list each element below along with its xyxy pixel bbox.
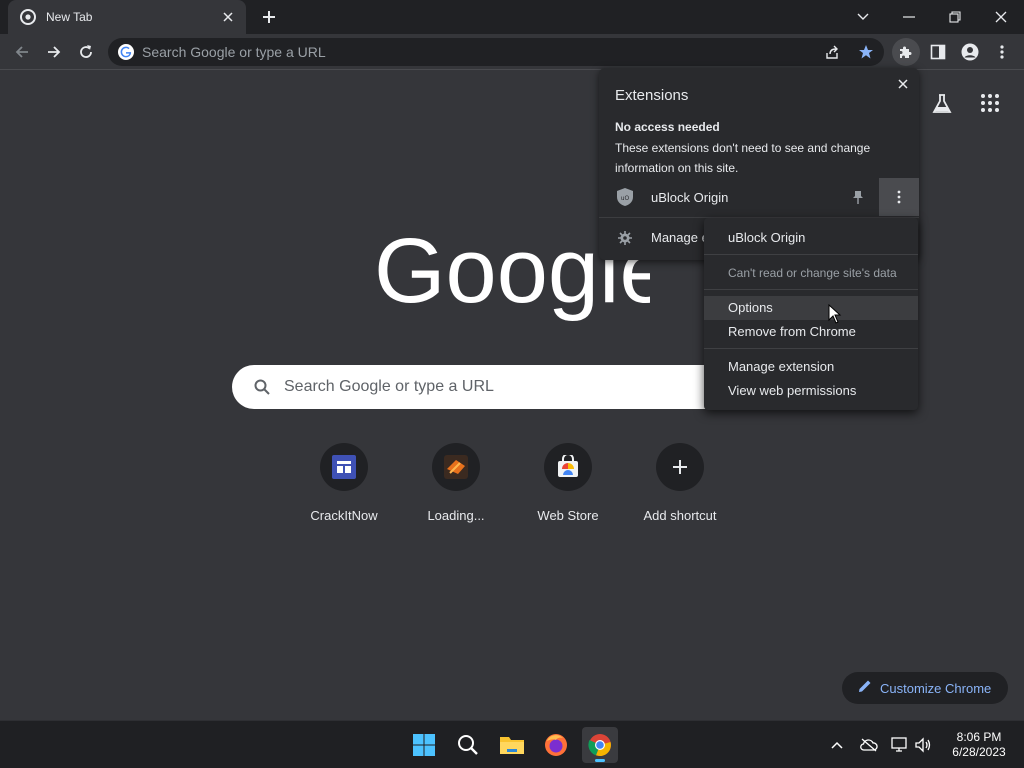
plus-icon xyxy=(673,460,687,474)
shortcut-icon-circle xyxy=(432,443,480,491)
extensions-puzzle-icon[interactable] xyxy=(892,38,920,66)
loading-favicon xyxy=(444,455,468,479)
extensions-section-description: These extensions don't need to see and c… xyxy=(615,141,871,175)
pin-icon[interactable] xyxy=(849,188,867,206)
volume-icon[interactable] xyxy=(914,735,934,755)
extensions-popup-title: Extensions xyxy=(615,87,689,104)
shortcut-add[interactable]: Add shortcut xyxy=(624,440,736,532)
site-favicon xyxy=(332,455,356,479)
active-app-indicator xyxy=(595,759,605,762)
manage-extensions-label: Manage e xyxy=(651,230,709,245)
system-clock[interactable]: 8:06 PM 6/28/2023 xyxy=(944,730,1014,760)
web-store-icon xyxy=(558,455,578,477)
tab-title: New Tab xyxy=(46,10,93,24)
labs-flask-icon[interactable] xyxy=(929,91,955,117)
share-icon[interactable] xyxy=(822,42,842,62)
extension-row-ublock[interactable]: uO uBlock Origin xyxy=(599,178,919,216)
forward-button[interactable] xyxy=(40,38,68,66)
close-tab-icon[interactable] xyxy=(220,9,236,25)
omnibox[interactable]: Search Google or type a URL xyxy=(108,38,884,66)
clock-date: 6/28/2023 xyxy=(952,745,1006,759)
more-actions-icon[interactable] xyxy=(879,178,919,216)
context-menu-header[interactable]: uBlock Origin xyxy=(704,226,918,250)
shortcut-icon-circle xyxy=(320,443,368,491)
shortcut-label: CrackItNow xyxy=(310,508,378,523)
tab-new-tab[interactable]: New Tab xyxy=(8,0,246,34)
shortcut-icon-circle xyxy=(544,443,592,491)
bookmark-star-icon[interactable] xyxy=(856,42,876,62)
windows-taskbar: 8:06 PM 6/28/2023 xyxy=(0,720,1024,768)
reload-button[interactable] xyxy=(72,38,100,66)
file-explorer-icon[interactable] xyxy=(494,727,530,763)
browser-toolbar: Search Google or type a URL xyxy=(0,34,1024,70)
shortcut-crackitnow[interactable]: CrackItNow xyxy=(288,440,400,532)
back-button[interactable] xyxy=(8,38,36,66)
shortcut-label: Add shortcut xyxy=(643,508,717,523)
chrome-menu-icon[interactable] xyxy=(988,38,1016,66)
taskbar-search-icon[interactable] xyxy=(450,727,486,763)
shortcut-label: Loading... xyxy=(427,508,485,523)
google-icon xyxy=(118,44,134,60)
ublock-shield-icon: uO xyxy=(616,188,634,206)
extension-name: uBlock Origin xyxy=(651,190,729,205)
shortcut-web-store[interactable]: Web Store xyxy=(512,440,624,532)
extension-context-menu: uBlock Origin Can't read or change site'… xyxy=(704,218,918,410)
search-icon xyxy=(252,377,272,397)
windows-start-icon[interactable] xyxy=(406,727,442,763)
chrome-icon xyxy=(20,9,36,25)
customize-chrome-button[interactable]: Customize Chrome xyxy=(842,672,1008,704)
site-access-status: Can't read or change site's data xyxy=(728,266,897,280)
new-tab-button[interactable] xyxy=(258,7,280,27)
close-icon[interactable] xyxy=(892,73,914,95)
menu-item-remove-from-chrome[interactable]: Remove from Chrome xyxy=(704,320,918,344)
divider xyxy=(704,348,918,349)
google-apps-icon[interactable] xyxy=(977,90,1003,116)
side-panel-icon[interactable] xyxy=(924,38,952,66)
clock-time: 8:06 PM xyxy=(956,730,1002,744)
title-bar: New Tab xyxy=(0,0,1024,34)
network-icon[interactable] xyxy=(890,735,910,755)
firefox-icon[interactable] xyxy=(538,727,574,763)
customize-chrome-label: Customize Chrome xyxy=(880,680,992,696)
tab-search-icon[interactable] xyxy=(840,0,886,34)
menu-item-options[interactable]: Options xyxy=(704,296,918,320)
menu-item-view-web-permissions[interactable]: View web permissions xyxy=(704,379,918,403)
divider xyxy=(704,289,918,290)
close-window-button[interactable] xyxy=(978,0,1024,34)
shortcut-label: Web Store xyxy=(537,508,599,523)
gear-icon xyxy=(616,229,634,247)
chrome-taskbar-icon[interactable] xyxy=(582,727,618,763)
minimize-button[interactable] xyxy=(886,0,932,34)
shortcut-icon-circle xyxy=(656,443,704,491)
menu-item-manage-extension[interactable]: Manage extension xyxy=(704,355,918,379)
shortcut-loading[interactable]: Loading... xyxy=(400,440,512,532)
restore-button[interactable] xyxy=(932,0,978,34)
pencil-icon xyxy=(858,679,872,698)
chevron-up-icon[interactable] xyxy=(827,735,847,755)
cloud-offline-icon[interactable] xyxy=(859,735,879,755)
ntp-search-placeholder: Search Google or type a URL xyxy=(284,378,494,395)
mouse-cursor-icon xyxy=(828,304,842,324)
svg-text:uO: uO xyxy=(621,195,630,202)
extensions-section-heading: No access needed xyxy=(615,120,720,134)
profile-avatar-icon[interactable] xyxy=(956,38,984,66)
divider xyxy=(704,254,918,255)
omnibox-placeholder: Search Google or type a URL xyxy=(142,44,326,60)
